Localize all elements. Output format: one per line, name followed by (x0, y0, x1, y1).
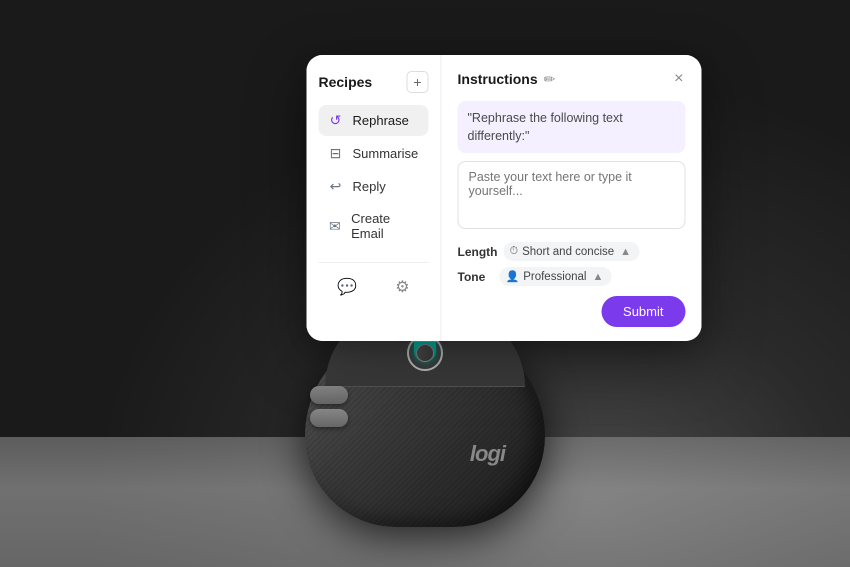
recipe-label-reply: Reply (353, 179, 386, 194)
recipe-label-create-email: Create Email (351, 211, 420, 241)
length-label: Length (458, 245, 498, 259)
recipe-label-rephrase: Rephrase (353, 113, 409, 128)
side-button-2 (310, 409, 348, 427)
length-chevron-icon: ▲ (620, 246, 631, 258)
tone-icon: 👤 (506, 270, 520, 283)
close-button[interactable]: × (672, 69, 685, 89)
add-recipe-button[interactable]: + (407, 71, 429, 93)
length-dropdown[interactable]: ⏱ Short and concise ▲ (504, 242, 640, 261)
tone-dropdown[interactable]: 👤 Professional ▲ (500, 267, 612, 286)
tone-chevron-icon: ▲ (593, 271, 604, 283)
settings-icon[interactable]: ⚙ (391, 273, 413, 301)
recipe-item-rephrase[interactable]: ↺ Rephrase (319, 105, 429, 136)
recipe-item-reply[interactable]: ↩ Reply (319, 171, 429, 202)
ai-popup: Recipes + ↺ Rephrase ⊟ Summarise ↩ Reply… (307, 55, 702, 341)
instructions-title: Instructions (458, 71, 538, 87)
recipe-label-summarise: Summarise (353, 146, 419, 161)
length-row: Length ⏱ Short and concise ▲ (458, 242, 686, 261)
mouse-logo: logi (470, 441, 505, 467)
instructions-header: Instructions ✏ × (458, 69, 686, 89)
side-button-1 (310, 386, 348, 404)
reply-icon: ↩ (327, 178, 345, 195)
instruction-prompt: "Rephrase the following text differently… (458, 101, 686, 153)
prompt-text: "Rephrase the following text differently… (468, 111, 623, 143)
length-icon: ⏱ (510, 245, 519, 258)
submit-button[interactable]: Submit (601, 296, 685, 327)
chat-icon[interactable]: 💬 (333, 273, 361, 301)
recipes-header: Recipes + (319, 71, 429, 93)
instruction-textarea[interactable] (458, 161, 686, 229)
recipe-item-create-email[interactable]: ✉ Create Email (319, 204, 429, 248)
instructions-panel: Instructions ✏ × "Rephrase the following… (442, 55, 702, 341)
tone-row: Tone 👤 Professional ▲ (458, 267, 686, 286)
recipes-title: Recipes (319, 74, 373, 90)
tone-label: Tone (458, 270, 494, 284)
length-value: Short and concise (522, 246, 614, 258)
connector-dot (416, 344, 434, 362)
edit-icon[interactable]: ✏ (544, 71, 556, 88)
recipes-panel: Recipes + ↺ Rephrase ⊟ Summarise ↩ Reply… (307, 55, 442, 341)
tone-value: Professional (523, 271, 586, 283)
recipe-item-summarise[interactable]: ⊟ Summarise (319, 138, 429, 169)
email-icon: ✉ (327, 218, 344, 235)
rephrase-icon: ↺ (327, 112, 345, 129)
recipes-footer: 💬 ⚙ (319, 262, 429, 301)
instructions-title-row: Instructions ✏ (458, 71, 556, 88)
mouse-side-buttons (310, 386, 348, 427)
summarise-icon: ⊟ (327, 145, 345, 162)
submit-row: Submit (458, 296, 686, 327)
